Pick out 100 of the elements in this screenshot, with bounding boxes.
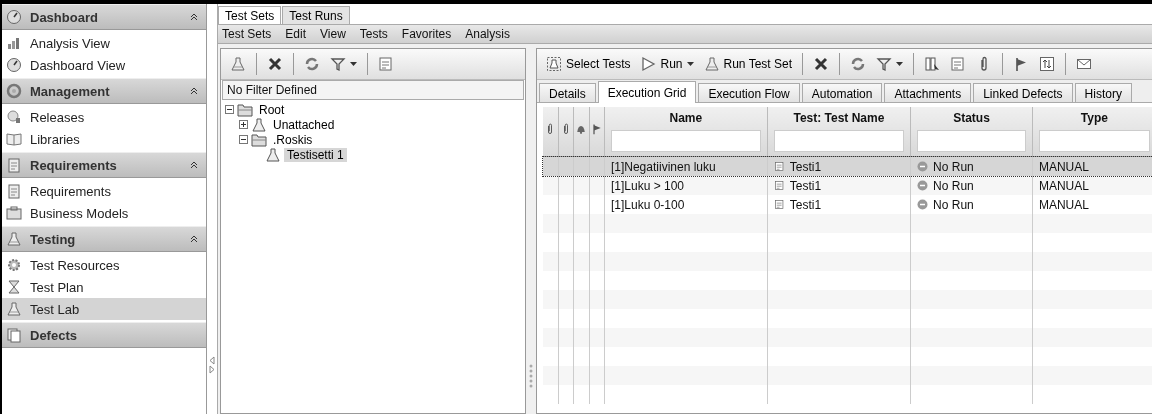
module-tab[interactable]: Test Runs bbox=[282, 6, 350, 24]
column-filter-field[interactable] bbox=[917, 130, 1026, 152]
column-header[interactable]: Test: Test Name bbox=[793, 111, 885, 125]
table-cell: No Run bbox=[917, 178, 1026, 193]
status-icon bbox=[917, 180, 929, 191]
table-cell-text: [1]Luku 0-100 bbox=[610, 197, 686, 212]
sidebar-section-header[interactable]: Testing bbox=[2, 226, 206, 252]
menu-item[interactable]: Tests bbox=[359, 27, 388, 41]
hourglass-icon bbox=[6, 279, 22, 295]
toolbar-button[interactable]: Select Tests bbox=[543, 54, 634, 74]
chart-icon bbox=[6, 35, 22, 51]
gauge-icon bbox=[6, 9, 22, 25]
clipboard-icon bbox=[6, 183, 22, 199]
table-cell: Testi1 bbox=[773, 178, 905, 193]
caret-icon bbox=[350, 62, 357, 66]
columns-icon bbox=[924, 56, 940, 72]
sidebar-item[interactable]: Test Resources bbox=[2, 254, 206, 276]
table-cell: Testi1 bbox=[773, 159, 905, 174]
column-filter-field[interactable] bbox=[1038, 130, 1150, 152]
note-icon bbox=[773, 180, 785, 191]
sidebar-item[interactable]: Dashboard View bbox=[2, 54, 206, 76]
tree-node[interactable]: Unattached bbox=[270, 117, 338, 132]
briefcase-icon bbox=[6, 205, 22, 221]
module-tab[interactable]: Test Sets bbox=[218, 6, 282, 24]
menu-item[interactable]: Analysis bbox=[465, 27, 510, 41]
column-header[interactable]: Status bbox=[953, 111, 990, 125]
collapse-arrows-icon[interactable] bbox=[209, 356, 215, 374]
tree-node[interactable]: Root bbox=[256, 102, 288, 117]
table-cell: No Run bbox=[917, 159, 1026, 174]
sidebar-item[interactable]: Analysis View bbox=[2, 32, 206, 54]
note-icon bbox=[378, 56, 394, 72]
flask-icon bbox=[6, 231, 22, 247]
gear-icon bbox=[6, 257, 22, 273]
refresh-icon bbox=[850, 56, 866, 72]
flask-icon bbox=[265, 146, 281, 163]
caret-icon bbox=[686, 62, 694, 66]
note-icon bbox=[773, 161, 785, 172]
table-cell: No Run bbox=[917, 197, 1026, 212]
folder-icon bbox=[237, 101, 253, 118]
play-icon bbox=[640, 56, 657, 72]
sidebar-section-header[interactable]: Defects bbox=[2, 322, 206, 348]
sidebar-item[interactable]: Business Models bbox=[2, 202, 206, 224]
tab[interactable]: Details bbox=[539, 83, 596, 102]
sidebar-section-header[interactable]: Requirements bbox=[2, 152, 206, 178]
note-icon bbox=[950, 56, 966, 72]
flag-icon bbox=[590, 123, 603, 135]
menu-item[interactable]: Edit bbox=[285, 27, 307, 41]
grid-row[interactable]: [1]Luku > 100 Testi1 No Run MANUAL bbox=[543, 176, 1152, 195]
flask-icon bbox=[251, 116, 267, 133]
mail-icon bbox=[1076, 56, 1092, 72]
column-header[interactable]: Name bbox=[669, 111, 703, 125]
table-cell-text: [1]Luku > 100 bbox=[610, 178, 685, 193]
sidebar-section-header[interactable]: Dashboard bbox=[2, 4, 206, 30]
status-icon bbox=[917, 161, 929, 172]
sidebar-section-header[interactable]: Management bbox=[2, 78, 206, 104]
chevron-up-icon[interactable] bbox=[190, 13, 198, 21]
chevron-up-icon[interactable] bbox=[190, 161, 198, 169]
tab[interactable]: Attachments bbox=[884, 83, 972, 102]
table-cell: Testi1 bbox=[773, 197, 905, 212]
toolbar-button[interactable]: Run bbox=[637, 54, 697, 74]
refresh-icon bbox=[304, 56, 320, 72]
sidebar-item[interactable]: Requirements bbox=[2, 180, 206, 202]
table-cell-text: MANUAL bbox=[1038, 178, 1090, 193]
column-filter-field[interactable] bbox=[610, 130, 761, 152]
tab[interactable]: History bbox=[1074, 83, 1132, 102]
flask-icon bbox=[6, 301, 22, 317]
sidebar-item[interactable]: Test Plan bbox=[2, 276, 206, 298]
sidebar-item[interactable]: Releases bbox=[2, 106, 206, 128]
sidebar-item[interactable]: Libraries bbox=[2, 128, 206, 150]
table-cell-text: MANUAL bbox=[1038, 197, 1090, 212]
tab[interactable]: Execution Flow bbox=[698, 83, 800, 102]
toolbar-button[interactable]: Run Test Set bbox=[700, 54, 795, 74]
tab[interactable]: Linked Defects bbox=[973, 83, 1073, 102]
cycle-icon bbox=[6, 83, 22, 99]
tree-node[interactable]: Testisetti 1 bbox=[284, 147, 347, 162]
table-cell-text: MANUAL bbox=[1038, 159, 1090, 174]
tree-node[interactable]: .Roskis bbox=[270, 132, 316, 147]
menu-item[interactable]: Favorites bbox=[401, 27, 452, 41]
collapse-icon[interactable] bbox=[239, 135, 248, 144]
chevron-up-icon[interactable] bbox=[190, 87, 198, 95]
column-header[interactable]: Type bbox=[1080, 111, 1108, 125]
flask-icon bbox=[230, 56, 246, 72]
select-icon bbox=[546, 56, 562, 72]
splitter-handle-icon[interactable] bbox=[529, 364, 533, 390]
folder-icon bbox=[251, 131, 267, 148]
gauge-icon bbox=[6, 57, 22, 73]
status-icon bbox=[917, 199, 929, 210]
column-filter-field[interactable] bbox=[773, 130, 905, 152]
delete-icon bbox=[267, 56, 283, 72]
tab[interactable]: Automation bbox=[801, 83, 883, 102]
grid-row[interactable]: [1]Negatiivinen luku Testi1 No Run MANUAL bbox=[543, 156, 1152, 176]
menu-item[interactable]: View bbox=[320, 27, 346, 41]
menu-item[interactable]: Test Sets bbox=[222, 27, 272, 41]
filter-icon bbox=[330, 56, 346, 72]
collapse-icon[interactable] bbox=[225, 105, 234, 114]
tab[interactable]: Execution Grid bbox=[597, 81, 697, 103]
flask-icon bbox=[703, 56, 720, 72]
expand-icon[interactable] bbox=[239, 120, 248, 129]
sidebar-item[interactable]: Test Lab bbox=[2, 298, 206, 320]
chevron-up-icon[interactable] bbox=[190, 235, 198, 243]
